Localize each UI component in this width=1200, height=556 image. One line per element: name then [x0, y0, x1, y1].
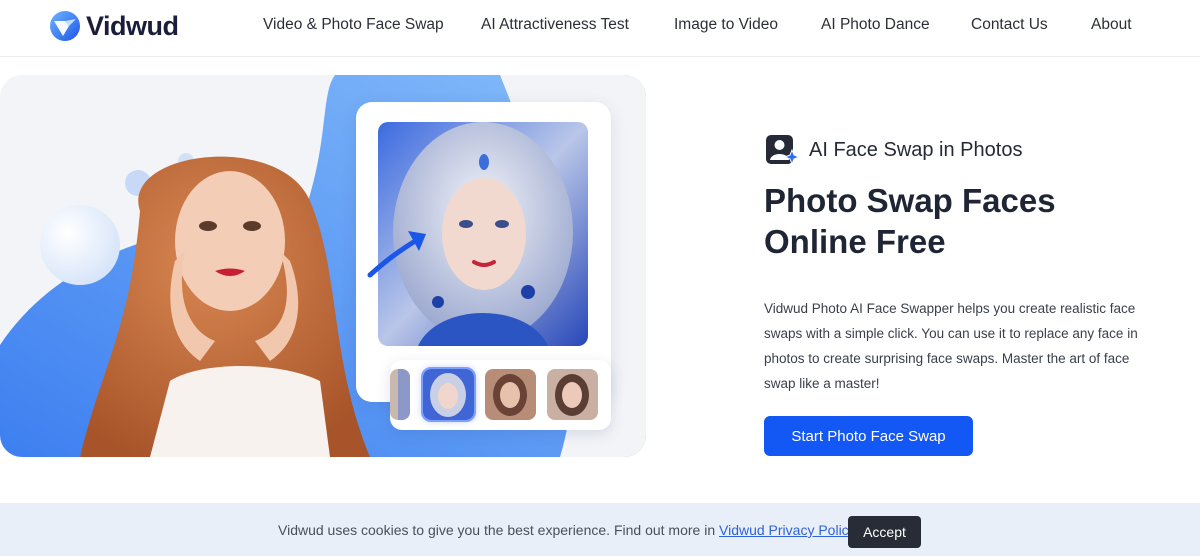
nav-ai-photo-dance[interactable]: AI Photo Dance	[821, 16, 930, 34]
cookie-text: Vidwud uses cookies to give you the best…	[278, 522, 719, 538]
woman-portrait-image	[80, 156, 370, 457]
start-photo-face-swap-button[interactable]: Start Photo Face Swap	[764, 416, 973, 456]
logo[interactable]: Vidwud	[48, 8, 179, 44]
user-sparkle-icon	[764, 132, 801, 168]
nav-contact-us[interactable]: Contact Us	[971, 16, 1048, 34]
nav-image-to-video[interactable]: Image to Video	[674, 16, 778, 34]
face-thumbnail-strip	[390, 360, 611, 430]
face-thumbnail-3[interactable]	[485, 369, 536, 420]
cookie-consent-bar: Vidwud uses cookies to give you the best…	[0, 503, 1200, 556]
feature-label: AI Face Swap in Photos	[809, 138, 1023, 161]
face-thumbnail-4[interactable]	[547, 369, 598, 420]
privacy-policy-link[interactable]: Vidwud Privacy Policy	[719, 522, 855, 538]
headline-line-1: Photo Swap Faces	[764, 182, 1056, 219]
page-title: Photo Swap Faces Online Free	[764, 180, 1144, 262]
site-header: Vidwud Video & Photo Face Swap AI Attrac…	[0, 0, 1200, 57]
nav-video-photo-face-swap[interactable]: Video & Photo Face Swap	[263, 16, 444, 34]
feature-tag: AI Face Swap in Photos	[764, 132, 1022, 168]
nav-ai-attractiveness-test[interactable]: AI Attractiveness Test	[481, 16, 629, 34]
accept-cookies-button[interactable]: Accept	[848, 516, 921, 548]
headline-line-2: Online Free	[764, 223, 946, 260]
nav-about[interactable]: About	[1091, 16, 1132, 34]
cookie-message: Vidwud uses cookies to give you the best…	[278, 522, 859, 538]
hero-illustration	[0, 75, 646, 457]
vidwud-logo-icon	[50, 11, 80, 41]
hero-description: Vidwud Photo AI Face Swapper helps you c…	[764, 301, 1138, 391]
logo-text: Vidwud	[86, 10, 179, 41]
face-thumbnail-2-selected[interactable]	[421, 367, 476, 422]
